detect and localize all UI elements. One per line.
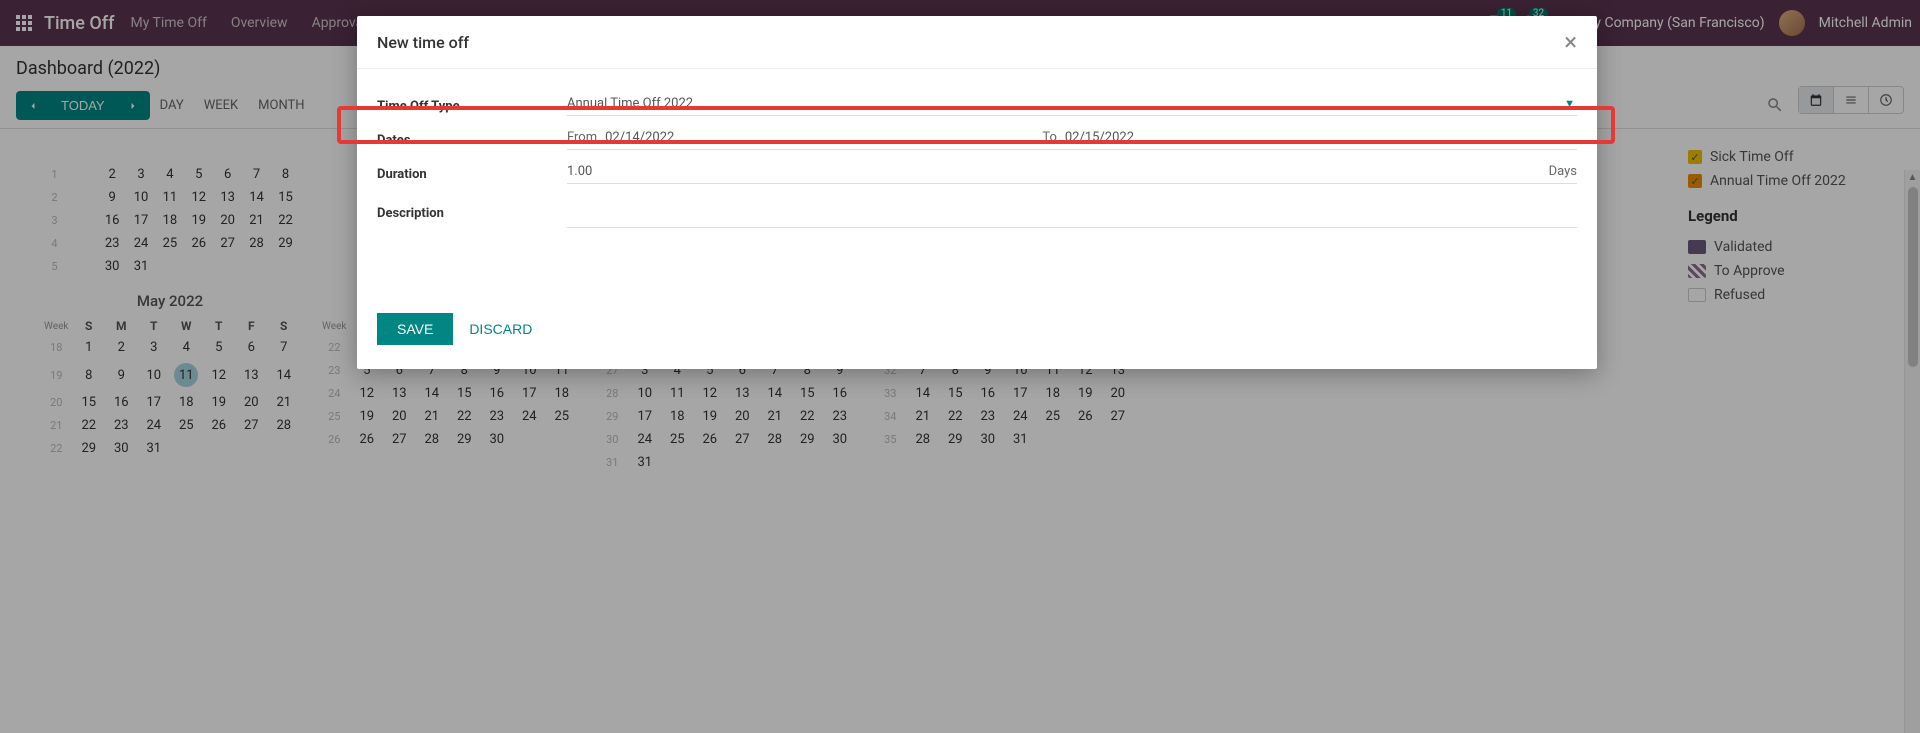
label-description: Description <box>377 206 567 221</box>
discard-button[interactable]: DISCARD <box>469 321 532 337</box>
label-from: From <box>567 130 597 145</box>
field-duration[interactable]: 1.00 Days <box>567 164 1577 184</box>
field-type[interactable]: Annual Time Off 2022 ▼ <box>567 96 1577 116</box>
save-button[interactable]: SAVE <box>377 313 453 345</box>
modal-title: New time off <box>377 33 469 52</box>
field-description[interactable] <box>567 198 1577 228</box>
field-dates[interactable]: From 02/14/2022 To 02/15/2022 <box>567 130 1577 150</box>
duration-unit: Days <box>1549 164 1577 179</box>
close-icon[interactable]: × <box>1564 30 1577 54</box>
label-type: Time Off Type <box>377 99 567 114</box>
value-type: Annual Time Off 2022 <box>567 96 693 111</box>
label-to: To <box>1042 130 1057 145</box>
value-from: 02/14/2022 <box>605 130 674 145</box>
value-duration: 1.00 <box>567 164 592 179</box>
label-dates: Dates <box>377 133 567 148</box>
label-duration: Duration <box>377 167 567 182</box>
value-to: 02/15/2022 <box>1065 130 1134 145</box>
chevron-down-icon: ▼ <box>1564 97 1575 110</box>
new-time-off-modal: New time off × Time Off Type Annual Time… <box>357 16 1597 369</box>
